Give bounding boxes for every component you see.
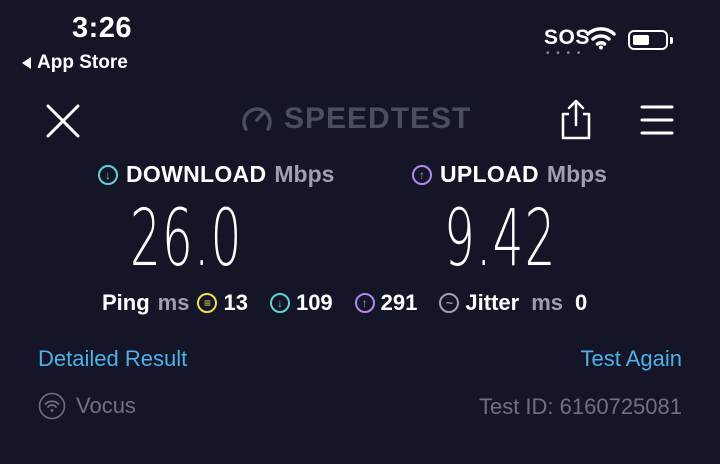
upload-ping-icon: ↑ [354, 293, 375, 313]
ping-label: Ping [102, 290, 150, 315]
close-icon[interactable] [44, 102, 82, 140]
idle-ping-icon: ≡ [197, 293, 218, 313]
ping-download-value: 109 [295, 290, 333, 315]
carrier-sos: SOS [544, 26, 590, 49]
detailed-result-link[interactable]: Detailed Result [38, 346, 187, 372]
ping-idle-value: 13 [223, 290, 248, 315]
download-unit: Mbps [274, 161, 335, 187]
signal-dots-icon: • • • • [546, 48, 583, 59]
ping-unit: ms [157, 290, 190, 315]
test-id: Test ID: 6160725081 [478, 394, 682, 419]
jitter-value: 0 [574, 290, 588, 315]
upload-header: ↑ UPLOAD Mbps [412, 161, 607, 188]
back-triangle-icon [22, 57, 31, 69]
battery-fill [633, 35, 649, 45]
speedometer-icon [242, 107, 272, 131]
jitter-label: Jitter [465, 290, 520, 315]
ping-upload-value: 291 [380, 290, 418, 315]
download-label: DOWNLOAD [126, 161, 267, 187]
jitter-icon: ~ [439, 293, 460, 313]
provider: Vocus [38, 392, 136, 420]
upload-label: UPLOAD [440, 161, 539, 187]
wifi-circle-icon [38, 392, 66, 420]
jitter: ~ Jitter ms 0 [439, 290, 587, 316]
ping-idle: ≡ 13 [197, 290, 248, 316]
download-speed-value: 26.0 [130, 194, 243, 284]
back-to-app-store[interactable]: App Store [22, 52, 128, 74]
jitter-unit: ms [531, 290, 563, 315]
battery-nub [670, 37, 673, 44]
battery-icon [628, 30, 673, 50]
menu-icon[interactable] [640, 104, 674, 136]
back-label: App Store [37, 52, 128, 73]
provider-name: Vocus [76, 393, 136, 418]
logo-text: SPEEDTEST [284, 102, 472, 135]
upload-speed-value: 9.42 [444, 194, 557, 284]
speedtest-logo: SPEEDTEST [240, 102, 471, 136]
ping-download: ↓ 109 [269, 290, 333, 316]
test-again-link[interactable]: Test Again [580, 346, 682, 372]
upload-unit: Mbps [546, 161, 607, 187]
upload-arrow-icon: ↑ [412, 164, 432, 185]
download-header: ↓ DOWNLOAD Mbps [98, 161, 334, 188]
download-ping-icon: ↓ [269, 293, 290, 313]
status-time: 3:26 [72, 12, 133, 44]
download-arrow-icon: ↓ [98, 164, 118, 185]
share-icon[interactable] [558, 98, 594, 142]
wifi-icon [586, 27, 616, 50]
ping-upload: ↑ 291 [354, 290, 418, 316]
ping-row: Ping ms ≡ 13 ↓ 109 ↑ 291 ~ Jitter ms 0 [102, 290, 587, 316]
